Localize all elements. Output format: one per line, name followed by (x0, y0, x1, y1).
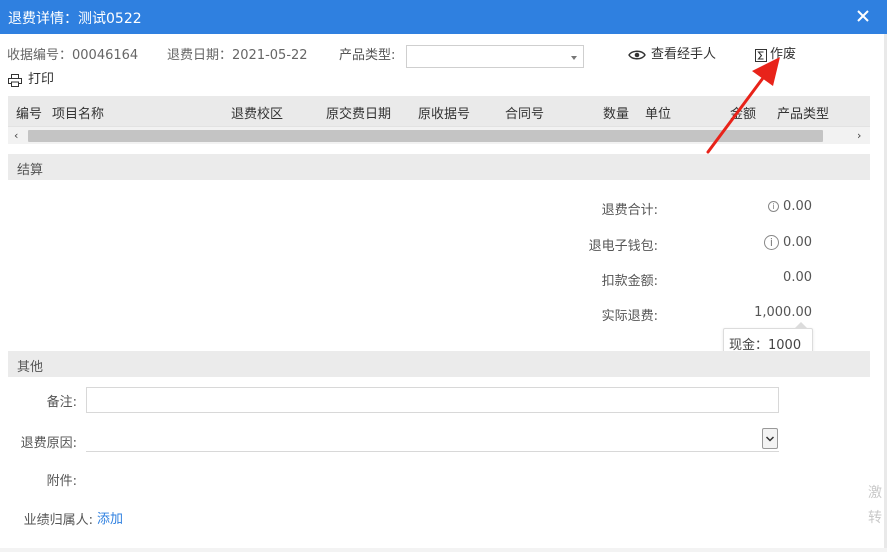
refund-date-value: 2021-05-22 (232, 48, 308, 63)
deduction-label: 扣款金额: (601, 274, 658, 289)
refund-reason-select[interactable] (86, 426, 779, 452)
refund-total-label: 退费合计: (601, 203, 658, 218)
close-icon[interactable] (853, 6, 873, 26)
info-icon[interactable]: i (763, 235, 779, 250)
annotation-arrow (706, 57, 780, 154)
column-header[interactable]: 单位 (645, 103, 671, 122)
actual-refund-value[interactable]: 1,000.00 (692, 305, 812, 320)
other-section-title: 其他 (17, 360, 44, 375)
column-header[interactable]: 原收据号 (418, 103, 470, 122)
settlement-section-header: 结算 (8, 154, 870, 180)
print-label: 打印 (28, 72, 55, 87)
printer-icon (8, 73, 22, 87)
receipt-number-value: 00046164 (72, 48, 139, 63)
refund-total-amount: 0.00 (783, 199, 812, 214)
print-button[interactable]: 打印 (8, 71, 54, 89)
product-type-label: 产品类型: (339, 48, 396, 63)
chevron-down-icon (765, 436, 775, 442)
e-wallet-value: i 0.00 (692, 235, 812, 250)
attachment-label: 附件: (46, 474, 77, 489)
column-header[interactable]: 退费校区 (231, 103, 283, 122)
receipt-number: 收据编号：00046164 (7, 47, 138, 65)
watermark-line-2: 转 (868, 510, 882, 526)
refund-reason-dropdown-button[interactable] (762, 428, 778, 449)
add-owner-link[interactable]: 添加 (97, 508, 123, 527)
window-titlebar: 退费详情：测试0522 (0, 0, 887, 34)
scroll-right-icon[interactable]: › (857, 129, 861, 142)
column-header[interactable]: 数量 (603, 103, 629, 122)
remark-label: 备注: (46, 395, 77, 410)
window-title: 退费详情：测试0522 (8, 11, 142, 27)
e-wallet-label: 退电子钱包: (588, 239, 658, 254)
column-header[interactable]: 项目名称 (52, 103, 104, 122)
refund-date-label: 退费日期： (167, 48, 233, 63)
product-type-select[interactable] (406, 45, 584, 68)
deduction-value: 0.00 (783, 270, 812, 285)
scroll-left-icon[interactable]: ‹ (14, 129, 18, 142)
chevron-down-icon (571, 56, 577, 60)
column-header[interactable]: 原交费日期 (326, 103, 391, 122)
column-header[interactable]: 编号 (16, 103, 42, 122)
e-wallet-amount: 0.00 (783, 235, 812, 250)
refund-date: 退费日期：2021-05-22 (167, 47, 308, 65)
tooltip-pointer (794, 322, 808, 329)
watermark-line-1: 激 (868, 485, 882, 501)
window-bottom-edge (0, 548, 887, 552)
refund-reason-label: 退费原因: (20, 436, 77, 451)
performance-owner-label: 业绩归属人: (23, 513, 93, 528)
remark-input[interactable] (86, 387, 779, 413)
eye-icon (628, 50, 646, 60)
receipt-number-label: 收据编号： (7, 48, 73, 63)
refund-total-value: i 0.00 (692, 199, 812, 214)
other-section-header: 其他 (8, 351, 870, 377)
column-header[interactable]: 合同号 (505, 103, 544, 122)
actual-refund-label: 实际退费: (601, 309, 658, 324)
info-icon[interactable]: i (767, 201, 779, 212)
settlement-section-title: 结算 (17, 163, 44, 178)
